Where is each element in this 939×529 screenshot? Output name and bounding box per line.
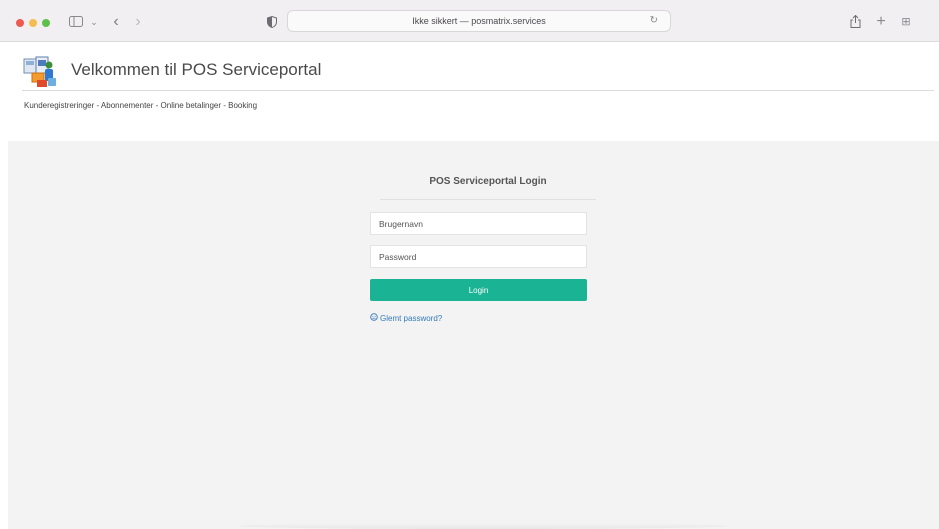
forgot-password-link[interactable]: Glemt password?: [370, 313, 442, 323]
tabs-grid-icon[interactable]: ⊞: [899, 12, 913, 32]
header-divider: [22, 90, 934, 91]
minimize-window-button[interactable]: [29, 19, 37, 27]
login-area: POS Serviceportal Login Login Glemt pass…: [8, 141, 939, 529]
chevron-right-icon[interactable]: ›: [131, 12, 145, 32]
share-icon[interactable]: [848, 12, 862, 32]
page-title: Velkommen til POS Serviceportal: [71, 60, 322, 79]
portal-logo-icon: [22, 56, 58, 90]
login-button[interactable]: Login: [370, 279, 587, 301]
close-window-button[interactable]: [16, 19, 24, 27]
login-divider: [380, 199, 596, 200]
chevron-left-icon[interactable]: ‹: [109, 12, 123, 32]
username-input[interactable]: [370, 212, 587, 235]
sidebar-icon[interactable]: [68, 12, 84, 32]
shield-icon[interactable]: [264, 12, 280, 32]
password-input[interactable]: [370, 245, 587, 268]
address-bar[interactable]: Ikke sikkert — posmatrix.services ↻: [287, 10, 671, 32]
reload-icon[interactable]: ↻: [650, 11, 658, 31]
plus-icon[interactable]: +: [874, 12, 888, 32]
footer-shadow: [238, 523, 728, 529]
browser-toolbar: ⌄ ‹ › Ikke sikkert — posmatrix.services …: [0, 0, 939, 42]
forgot-icon: [370, 313, 378, 323]
login-title: POS Serviceportal Login: [429, 176, 547, 187]
address-text: Ikke sikkert — posmatrix.services: [412, 16, 546, 26]
fullscreen-window-button[interactable]: [42, 19, 50, 27]
chevron-down-icon[interactable]: ⌄: [89, 12, 99, 32]
tagline: Kunderegistreringer - Abonnementer - Onl…: [24, 101, 258, 110]
forgot-password-label: Glemt password?: [380, 313, 443, 323]
